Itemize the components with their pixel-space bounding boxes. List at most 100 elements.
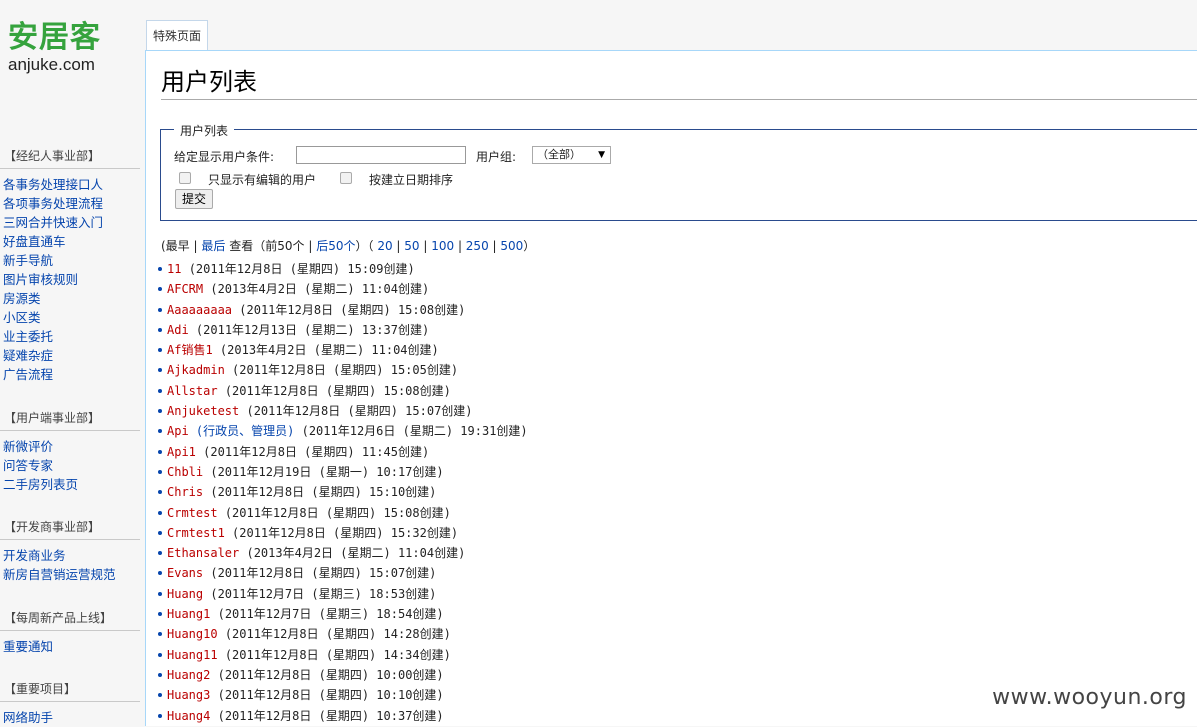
user-name-link[interactable]: Ajkadmin [167,363,225,377]
user-name-link[interactable]: Api [167,424,189,438]
bullet-icon [158,388,162,393]
user-name-link[interactable]: Crmtest1 [167,526,225,540]
user-list-item: Evans (2011年12月8日 (星期四) 15:07创建) [158,563,528,583]
user-name-link[interactable]: Crmtest [167,506,218,520]
pager-count-link[interactable]: 100 [431,239,454,253]
pager-earliest: (最早 [161,239,190,253]
user-name-link[interactable]: Aaaaaaaaa [167,303,232,317]
user-name-link[interactable]: Api1 [167,445,196,459]
user-name-link[interactable]: Huang10 [167,627,218,641]
user-created-meta: (行政员、管理员) [195,424,295,439]
bullet-icon [158,429,162,434]
sidebar: 安居客 anjuke.com 【经纪人事业部】 各事务处理接口人 各项事务处理流… [0,0,145,726]
user-list-item: Api1 (2011年12月8日 (星期四) 11:45创建) [158,442,528,462]
logo-text-cn: 安居客 [8,20,101,55]
user-list-item: Allstar (2011年12月8日 (星期四) 15:08创建) [158,381,528,401]
user-created-meta: (2011年12月8日 (星期四) 10:37创建) [217,708,444,723]
sidebar-link[interactable]: 网络助手 [3,708,140,727]
bullet-icon [158,348,162,353]
user-list-item: AFCRM (2013年4月2日 (星期二) 11:04创建) [158,279,528,299]
pager-count-link[interactable]: 50 [404,239,419,253]
user-name-link[interactable]: Huang3 [167,688,210,702]
site-logo[interactable]: 安居客 anjuke.com [8,22,133,82]
pager-next-link[interactable]: 后50个 [316,239,355,253]
sidebar-link[interactable]: 问答专家 [3,456,140,475]
sidebar-link[interactable]: 重要通知 [3,637,140,656]
sidebar-link[interactable]: 疑难杂症 [3,346,140,365]
sidebar-link[interactable]: 业主委托 [3,327,140,346]
only-editors-label: 只显示有编辑的用户 [208,173,317,187]
user-list-item: Chbli (2011年12月19日 (星期一) 10:17创建) [158,462,528,482]
user-list-item: Anjuketest (2011年12月8日 (星期四) 15:07创建) [158,401,528,421]
user-list-item: Huang11 (2011年12月8日 (星期四) 14:34创建) [158,645,528,665]
user-created-meta: (2011年12月8日 (星期四) 14:28创建) [224,627,451,642]
user-name-link[interactable]: AFCRM [167,282,203,296]
user-name-link[interactable]: Huang2 [167,668,210,682]
sidebar-link[interactable]: 房源类 [3,289,140,308]
user-name-link[interactable]: Anjuketest [167,404,239,418]
user-name-link[interactable]: Chbli [167,465,203,479]
user-name-link[interactable]: Ethansaler [167,546,239,560]
sort-by-date-checkbox[interactable] [340,172,352,184]
user-created-meta: (2011年12月8日 (星期四) 10:10创建) [217,688,444,703]
condition-input[interactable] [296,146,466,164]
user-created-meta: (2011年12月8日 (星期四) 11:45创建) [203,444,430,459]
user-list-item: Ethansaler (2013年4月2日 (星期二) 11:04创建) [158,543,528,563]
user-list-item: Crmtest1 (2011年12月8日 (星期四) 15:32创建) [158,523,528,543]
user-created-meta: (2011年12月8日 (星期四) 14:34创建) [224,647,451,662]
pager-count-link[interactable]: 20 [377,239,392,253]
group-select[interactable]: （全部） ▼ [532,146,611,164]
user-name-link[interactable]: Adi [167,323,189,337]
watermark: www.wooyun.org [992,685,1187,710]
sidebar-link[interactable]: 二手房列表页 [3,475,140,494]
portal-heading: 【用户端事业部】 [0,409,140,431]
sidebar-link[interactable]: 新微评价 [3,437,140,456]
sidebar-link[interactable]: 好盘直通车 [3,232,140,251]
user-name-link[interactable]: Huang1 [167,607,210,621]
portal-weekly: 【每周新产品上线】 重要通知 [0,609,140,656]
sidebar-link[interactable]: 新手导航 [3,251,140,270]
user-created-meta: (2011年12月8日 (星期四) 15:05创建) [232,363,459,378]
user-name-link[interactable]: Huang11 [167,648,218,662]
tab-bar: 特殊页面 [145,20,1197,51]
sidebar-link[interactable]: 三网合并快速入门 [3,213,140,232]
submit-button[interactable]: 提交 [175,189,214,209]
sidebar-link[interactable]: 广告流程 [3,365,140,384]
bullet-icon [158,693,162,698]
bullet-icon [158,267,162,271]
pager-count-link[interactable]: 250 [466,239,489,253]
pager: (最早 | 最后 查看（前50个 | 后50个）（ 20 | 50 | 100 … [161,239,536,253]
user-name-link[interactable]: 11 [167,262,181,276]
tab-special-page[interactable]: 特殊页面 [146,20,209,51]
bullet-icon [158,409,162,414]
user-name-link[interactable]: Huang [167,587,203,601]
group-select-value: （全部） [537,148,581,161]
sidebar-link[interactable]: 各项事务处理流程 [3,194,140,213]
only-editors-checkbox[interactable] [179,172,191,184]
user-name-link[interactable]: Huang4 [167,709,210,723]
user-list-item: Chris (2011年12月8日 (星期四) 15:10创建) [158,482,528,502]
user-name-link[interactable]: Chris [167,485,203,499]
user-list-item: Api (行政员、管理员) (2011年12月6日 (星期二) 19:31创建) [158,421,528,441]
pager-count-link[interactable]: 500 [500,239,523,253]
user-list-item: Adi (2011年12月13日 (星期二) 13:37创建) [158,320,528,340]
sidebar-link[interactable]: 开发商业务 [3,546,140,565]
user-name-link[interactable]: Af销售1 [167,343,213,357]
user-created-meta: (2011年12月8日 (星期四) 15:10创建) [210,485,437,500]
user-list-item: Huang1 (2011年12月7日 (星期三) 18:54创建) [158,604,528,624]
pager-latest-link[interactable]: 最后 [201,239,225,253]
sidebar-link[interactable]: 图片审核规则 [3,270,140,289]
user-name-link[interactable]: Allstar [167,384,218,398]
user-created-meta: (2011年12月7日 (星期三) 18:54创建) [217,607,444,622]
portal-heading: 【经纪人事业部】 [0,147,140,169]
sidebar-link[interactable]: 新房自营销运营规范 [3,565,140,584]
user-created-meta: (2011年12月8日 (星期四) 15:08创建) [224,505,451,520]
bullet-icon [158,713,162,718]
sidebar-link[interactable]: 各事务处理接口人 [3,175,140,194]
user-created-meta: (2011年12月8日 (星期四) 15:07创建) [246,404,473,419]
sidebar-link[interactable]: 小区类 [3,308,140,327]
sort-by-date-label: 按建立日期排序 [369,173,454,187]
user-name-link[interactable]: Evans [167,566,203,580]
user-created-meta: (2011年12月8日 (星期四) 15:08创建) [224,383,451,398]
logo-text-en: anjuke.com [8,55,95,74]
